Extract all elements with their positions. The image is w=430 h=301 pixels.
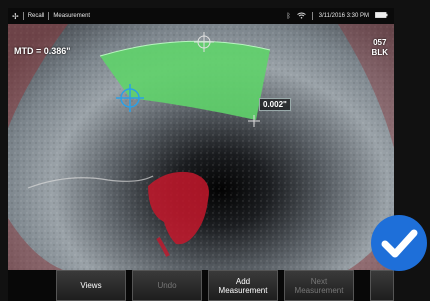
undo-button[interactable]: Undo: [132, 270, 202, 301]
device-frame: ✢ Recall Measurement ᛒ 3/11/2016 3:30 PM…: [0, 0, 430, 301]
datetime: 3/11/2016 3:30 PM: [318, 13, 369, 19]
bluetooth-icon: ᛒ: [286, 12, 291, 20]
measurement-value-label: 0.002": [259, 98, 291, 111]
inspection-screen: ✢ Recall Measurement ᛒ 3/11/2016 3:30 PM…: [8, 8, 394, 301]
checkmark-badge-icon: [371, 215, 427, 271]
wifi-icon: [296, 12, 306, 21]
app-logo-icon: ✢: [12, 11, 19, 21]
views-button[interactable]: Views: [56, 270, 126, 301]
breadcrumb-measurement[interactable]: Measurement: [53, 13, 90, 19]
next-measurement-button[interactable]: Next Measurement: [284, 270, 354, 301]
status-bar: ✢ Recall Measurement ᛒ 3/11/2016 3:30 PM: [8, 8, 394, 24]
battery-icon: [375, 12, 388, 20]
bottom-toolbar: Views Undo Add Measurement Next Measurem…: [8, 270, 394, 301]
blk-number: 057: [373, 38, 387, 47]
breadcrumb-recall[interactable]: Recall: [28, 13, 45, 19]
add-measurement-button[interactable]: Add Measurement: [208, 270, 278, 301]
blk-indicator: 057 BLK: [372, 38, 388, 58]
menu-button[interactable]: [370, 270, 394, 301]
mtd-readout: MTD = 0.386": [14, 46, 71, 56]
blk-label: BLK: [371, 48, 388, 57]
